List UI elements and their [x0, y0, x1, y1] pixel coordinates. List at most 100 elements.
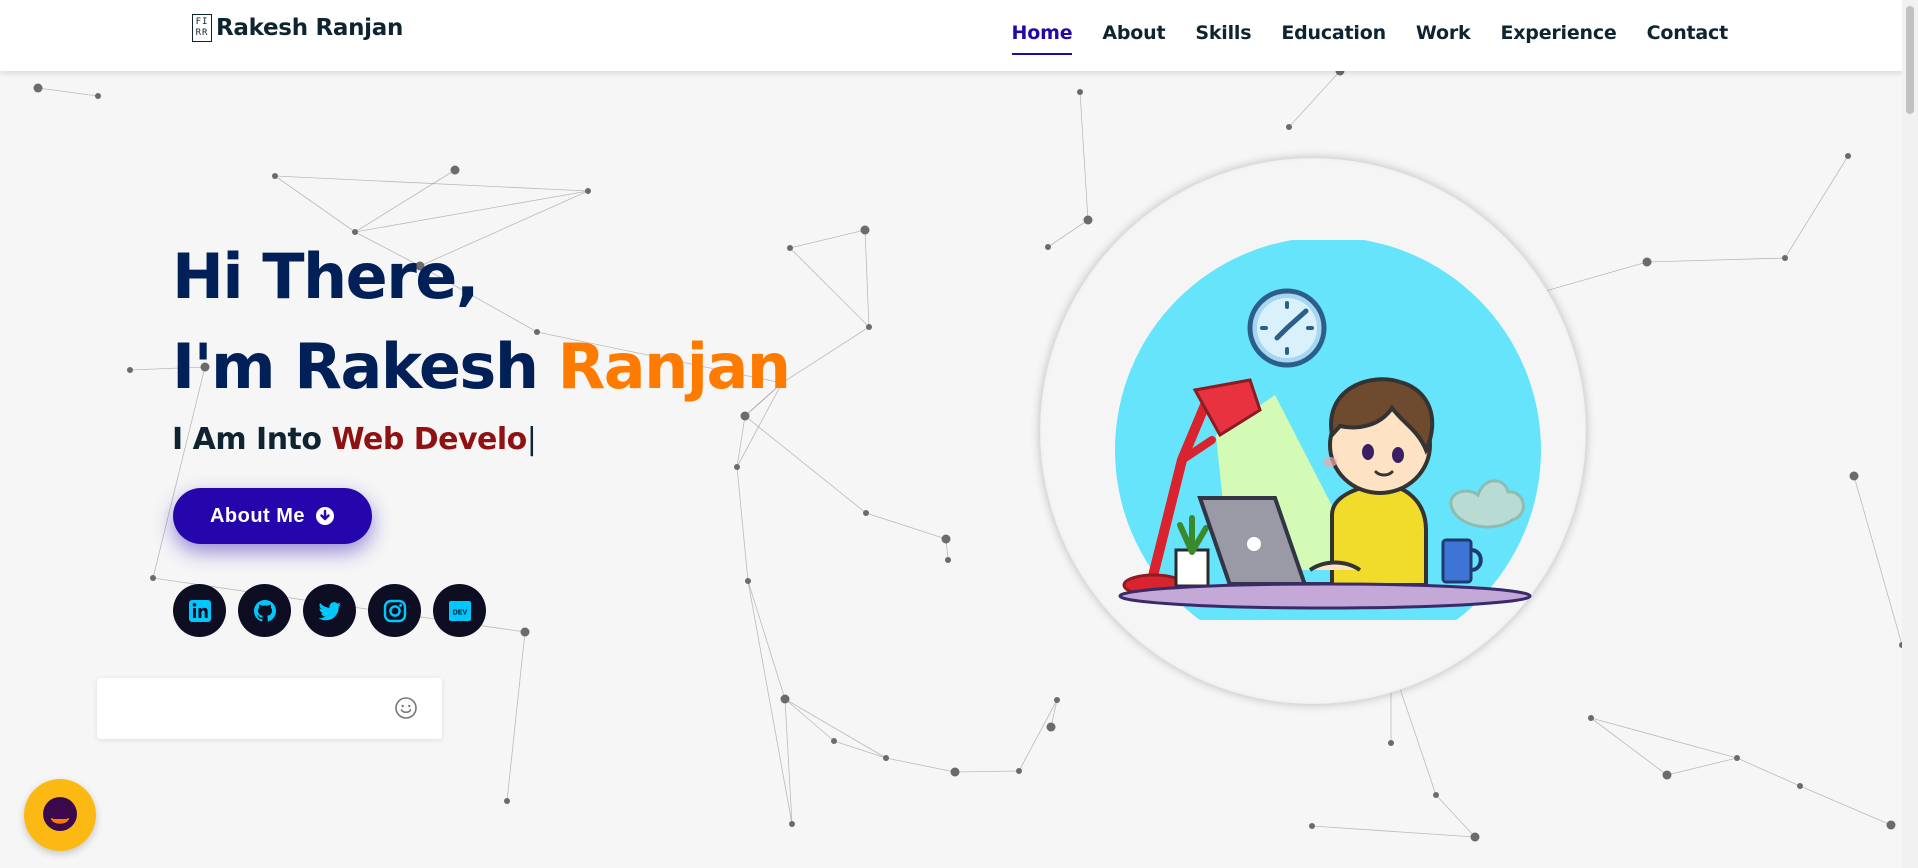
network-node	[1782, 255, 1788, 261]
network-node	[1388, 740, 1394, 746]
network-line	[1288, 70, 1341, 128]
network-node	[1642, 257, 1652, 267]
network-node	[789, 821, 795, 827]
nav-home[interactable]: Home	[1011, 16, 1073, 55]
network-node	[945, 557, 951, 563]
network-node	[1845, 153, 1851, 159]
network-line	[274, 175, 356, 233]
chat-launcher-icon	[43, 797, 77, 831]
linkedin-link[interactable]	[173, 584, 226, 637]
network-line	[954, 770, 1020, 773]
network-line	[1590, 717, 1668, 776]
dev-link[interactable]: DEV	[433, 584, 486, 637]
hero-intro-accent: Ranjan	[557, 330, 791, 403]
chat-message-input[interactable]	[111, 692, 381, 724]
network-line	[1646, 257, 1786, 263]
site-header: FI RR Rakesh Ranjan Home About Skills Ed…	[0, 0, 1918, 71]
network-line	[789, 229, 866, 249]
network-node	[745, 578, 751, 584]
typed-role: Web Develo	[331, 422, 527, 457]
network-node	[1433, 792, 1439, 798]
twitter-link[interactable]	[303, 584, 356, 637]
network-node	[1470, 832, 1480, 842]
arrow-down-circle-icon	[316, 507, 335, 525]
brand-logo[interactable]: FI RR Rakesh Ranjan	[192, 14, 403, 42]
instagram-link[interactable]	[368, 584, 421, 637]
network-node	[863, 510, 869, 516]
network-line	[1853, 475, 1903, 646]
network-node	[1077, 89, 1083, 95]
network-line	[1435, 794, 1476, 838]
about-me-label: About Me	[209, 504, 306, 527]
network-node	[504, 798, 510, 804]
hero-greeting: Hi There,	[172, 240, 479, 313]
scrollbar-thumb[interactable]	[1906, 6, 1914, 114]
desk-surface	[1118, 582, 1532, 610]
network-node	[866, 324, 872, 330]
network-node	[1797, 783, 1803, 789]
dev-icon-text: DEV	[452, 609, 467, 616]
network-line	[784, 698, 835, 742]
nav-about[interactable]: About	[1102, 16, 1165, 50]
network-line	[1666, 757, 1738, 776]
network-node	[1016, 768, 1022, 774]
network-node	[950, 767, 960, 777]
network-line	[789, 247, 870, 328]
network-line	[506, 631, 526, 802]
about-me-button[interactable]: About Me	[173, 488, 372, 544]
network-node	[734, 464, 740, 470]
hero-text: Hi There, I'm Rakesh Ranjan I Am Into We…	[172, 232, 791, 457]
hero-intro-prefix: I'm Rakesh	[172, 330, 558, 403]
nav-skills[interactable]: Skills	[1195, 16, 1251, 50]
developer-illustration	[1115, 240, 1541, 620]
social-links: DEV	[173, 584, 486, 637]
nav-contact[interactable]: Contact	[1647, 16, 1729, 50]
network-node	[585, 188, 591, 194]
network-node	[1588, 715, 1594, 721]
main-nav: Home About Skills Education Work Experie…	[1011, 0, 1729, 66]
page-scrollbar[interactable]	[1902, 0, 1918, 868]
network-line	[1784, 155, 1849, 259]
network-node	[1309, 823, 1315, 829]
network-line	[354, 190, 589, 233]
network-line	[864, 229, 870, 328]
network-node	[1054, 697, 1060, 703]
network-node	[883, 755, 889, 761]
twitter-icon	[318, 601, 341, 620]
potted-plant-icon	[1174, 515, 1210, 588]
network-node	[520, 627, 530, 637]
network-node	[831, 738, 837, 744]
linkedin-icon	[188, 599, 211, 622]
smiley-icon[interactable]	[394, 696, 418, 720]
network-node	[1286, 124, 1292, 130]
network-node	[450, 165, 460, 175]
network-line	[1799, 785, 1892, 826]
network-node	[127, 367, 133, 373]
network-line	[784, 698, 887, 759]
network-node	[1734, 755, 1740, 761]
network-line	[1018, 699, 1058, 772]
nav-experience[interactable]: Experience	[1500, 16, 1616, 50]
network-line	[885, 757, 956, 773]
network-line	[354, 169, 456, 233]
network-line	[1079, 91, 1089, 221]
github-link[interactable]	[238, 584, 291, 637]
chat-launcher-button[interactable]	[24, 779, 96, 851]
network-node	[941, 534, 951, 544]
network-node	[1849, 471, 1859, 481]
network-node	[272, 173, 278, 179]
network-node	[860, 225, 870, 235]
network-node	[1046, 722, 1056, 732]
dev-icon: DEV	[448, 600, 471, 621]
nav-education[interactable]: Education	[1281, 16, 1386, 50]
network-node	[33, 83, 43, 93]
network-node	[95, 93, 101, 99]
network-line	[736, 466, 749, 582]
nav-work[interactable]: Work	[1416, 16, 1471, 50]
network-line	[1736, 757, 1801, 787]
typed-prefix: I Am Into	[172, 422, 332, 457]
network-node	[1662, 770, 1672, 780]
network-line	[781, 326, 870, 384]
network-node	[1083, 215, 1093, 225]
chat-message-box	[97, 678, 442, 739]
